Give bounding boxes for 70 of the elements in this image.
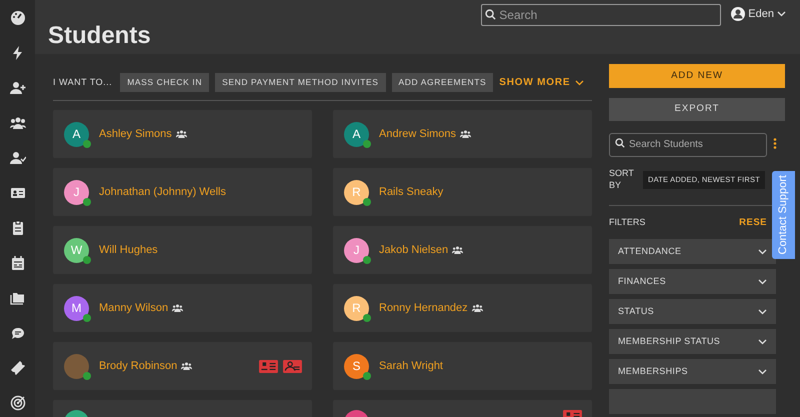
calendar-icon[interactable]	[10, 255, 26, 271]
student-card[interactable]: M Manny Wilson	[53, 284, 312, 332]
student-name: Manny Wilson	[99, 300, 168, 316]
avatar: W	[64, 238, 89, 262]
more-vertical-icon[interactable]	[773, 138, 777, 148]
filter-dropdown[interactable]: STATUS	[609, 299, 776, 324]
student-card[interactable]: A Andrew Simons	[333, 110, 592, 158]
user-card-icon[interactable]	[283, 360, 302, 372]
student-name: Ashley Simons	[99, 126, 172, 142]
search-field[interactable]: Search Students	[609, 132, 767, 156]
avatar: R	[344, 296, 369, 320]
search-field[interactable]: Search	[481, 4, 722, 26]
avatar: M	[64, 296, 89, 320]
gauge-icon[interactable]	[10, 10, 26, 26]
filters-label: FILTERS	[609, 216, 646, 230]
avatar-icon	[731, 7, 746, 21]
filter-dropdown[interactable]: FINANCES	[609, 269, 776, 294]
add-new-button[interactable]: ADD NEW	[609, 64, 785, 88]
student-name: Ronny Hernandez	[379, 300, 468, 316]
student-card[interactable]: Brody Robinson	[53, 342, 312, 390]
chevron-down-icon	[758, 368, 767, 374]
users-icon[interactable]	[10, 115, 26, 131]
user-check-icon[interactable]	[10, 150, 26, 166]
student-card[interactable]: W Will Hughes	[53, 226, 312, 274]
student-name: Andrew Simons	[379, 126, 456, 142]
folders-icon[interactable]	[10, 290, 26, 306]
avatar: A	[344, 122, 369, 146]
student-name: Sarah Wright	[379, 358, 443, 374]
chevron-down-icon	[758, 278, 767, 284]
chevron-down-icon	[777, 11, 786, 17]
student-name: Jakob Nielsen	[379, 242, 448, 258]
chat-icon[interactable]	[10, 325, 26, 341]
chevron-down-icon	[758, 338, 767, 344]
student-name: Johnathan (Johnny) Wells	[99, 184, 226, 200]
action-button[interactable]: SEND PAYMENT METHOD INVITES	[215, 73, 386, 92]
filter-dropdown[interactable]: ATTENDANCE	[609, 239, 776, 264]
chevron-down-icon	[758, 308, 767, 314]
reset-button[interactable]: RESE	[739, 216, 767, 230]
filter-dropdown[interactable]: MEMBERSHIP STATUS	[609, 329, 776, 354]
student-card[interactable]: J Johnathan (Johnny) Wells	[53, 168, 312, 216]
avatar: S	[344, 354, 369, 378]
chevron-down-icon	[758, 248, 767, 254]
avatar: A	[64, 122, 89, 146]
avatar: J	[344, 238, 369, 262]
student-card[interactable]: A Ashley Simons	[53, 110, 312, 158]
filter-dropdown[interactable]: MEMBERSHIPS	[609, 359, 776, 384]
student-card[interactable]: R Ronny Hernandez	[333, 284, 592, 332]
export-button[interactable]: EXPORT	[609, 98, 785, 121]
avatar: R	[344, 180, 369, 204]
chevron-down-icon	[575, 80, 584, 86]
student-name: Will Hughes	[99, 242, 158, 258]
show-more-button[interactable]: SHOW MORE	[499, 75, 584, 90]
add-user-icon[interactable]	[10, 80, 26, 96]
student-card[interactable]: R Rails Sneaky	[333, 168, 592, 216]
search-icon	[615, 138, 625, 148]
target-icon[interactable]	[10, 395, 26, 411]
student-name: Brody Robinson	[99, 358, 178, 374]
student-name: Rails Sneaky	[379, 184, 444, 200]
action-button[interactable]: ADD AGREEMENTS	[392, 73, 494, 92]
id-card-icon[interactable]	[10, 185, 26, 201]
actions-label: I WANT TO...	[53, 76, 112, 89]
student-card[interactable]: J Jakob Nielsen	[333, 226, 592, 274]
user-menu[interactable]: Eden	[731, 6, 786, 22]
ticket-icon[interactable]	[10, 360, 26, 376]
student-card[interactable]: S Sarah Wright	[333, 342, 592, 390]
action-button[interactable]: MASS CHECK IN	[120, 73, 210, 92]
page-title: Students	[48, 21, 151, 51]
sort-label: SORT BY	[609, 167, 635, 191]
search-icon	[485, 9, 496, 20]
avatar: J	[64, 180, 89, 204]
